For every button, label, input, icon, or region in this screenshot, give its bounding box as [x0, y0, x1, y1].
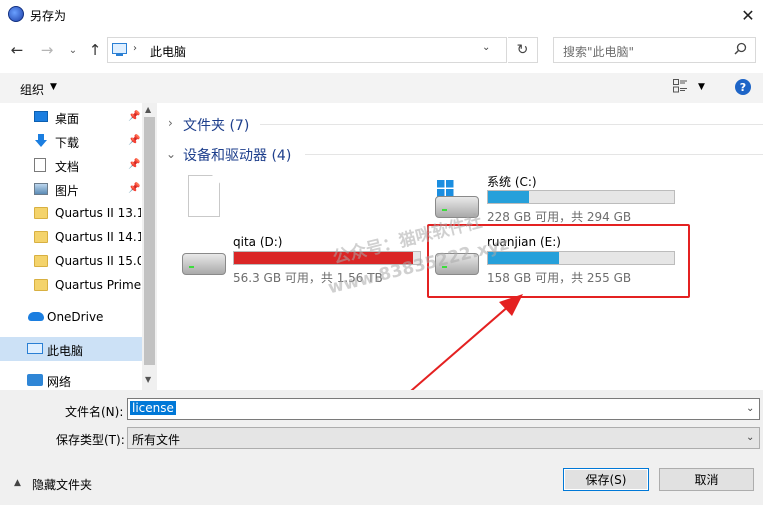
- drive-c-name[interactable]: 系统 (C:): [487, 173, 537, 190]
- folder-icon: [34, 231, 48, 243]
- chevron-down-icon[interactable]: ⌄: [746, 432, 754, 443]
- title-bar: 另存为 ✕: [0, 0, 763, 30]
- save-options-panel: 文件名(N): license ⌄ 保存类型(T): 所有文件 ⌄ ▲ 隐藏文件…: [0, 390, 763, 505]
- cloud-icon: [28, 312, 44, 321]
- filetype-value: 所有文件: [132, 433, 181, 447]
- group-divider: [305, 154, 763, 155]
- sidebar-item-label: 网络: [47, 375, 72, 389]
- download-icon: [34, 134, 48, 148]
- filename-input[interactable]: license ⌄: [127, 398, 760, 420]
- sidebar-scrollbar-thumb[interactable]: [144, 117, 155, 365]
- caret-up-icon[interactable]: ▲: [14, 478, 21, 488]
- pin-icon[interactable]: 📌: [128, 159, 140, 170]
- search-icon[interactable]: [734, 42, 747, 59]
- cancel-button[interactable]: 取消: [659, 468, 754, 491]
- sidebar-item-network[interactable]: 网络: [0, 368, 142, 392]
- drive-c-usage-bar: [487, 190, 675, 204]
- sidebar-item-desktop[interactable]: 桌面 📌: [0, 105, 142, 129]
- pin-icon[interactable]: 📌: [128, 183, 140, 194]
- desktop-icon: [34, 111, 48, 122]
- sidebar-item-label: 此电脑: [47, 344, 84, 358]
- chevron-down-icon[interactable]: ⌄: [482, 42, 490, 53]
- chevron-right-icon[interactable]: ›: [168, 116, 173, 130]
- caret-down-icon[interactable]: ▼: [50, 82, 57, 92]
- view-options-icon[interactable]: [673, 79, 687, 93]
- back-button[interactable]: ←: [6, 39, 28, 61]
- sidebar-item-label: Quartus II 15.0: [55, 254, 141, 268]
- filetype-select[interactable]: 所有文件 ⌄: [127, 427, 760, 449]
- toolbar: 组织 ▼ ▼ ?: [0, 73, 763, 103]
- network-icon: [27, 374, 43, 386]
- sidebar-item-label: Quartus Prime: [55, 278, 141, 292]
- sidebar-item-quartus-15[interactable]: Quartus II 15.0: [0, 249, 142, 273]
- chevron-down-icon[interactable]: ⌄: [746, 403, 754, 414]
- folder-icon: [34, 207, 48, 219]
- windows-logo-icon: [437, 180, 454, 197]
- breadcrumb-this-pc[interactable]: 此电脑: [150, 43, 186, 60]
- scroll-down-icon[interactable]: ▼: [145, 375, 151, 384]
- scroll-up-icon[interactable]: ▲: [145, 105, 151, 114]
- folder-icon: [34, 279, 48, 291]
- pin-icon[interactable]: 📌: [128, 111, 140, 122]
- filename-value[interactable]: license: [130, 401, 176, 415]
- sidebar-item-documents[interactable]: 文档 📌: [0, 153, 142, 177]
- help-icon[interactable]: ?: [735, 79, 751, 95]
- computer-icon: [27, 343, 43, 354]
- organize-menu[interactable]: 组织: [20, 81, 44, 98]
- sidebar-item-quartus-13[interactable]: Quartus II 13.1: [0, 201, 142, 225]
- sidebar-item-label: Quartus II 14.1: [55, 230, 141, 244]
- caret-down-icon[interactable]: ▼: [698, 82, 705, 92]
- breadcrumb-chevron-icon[interactable]: ›: [133, 43, 137, 54]
- close-icon: ✕: [741, 5, 755, 25]
- chevron-down-icon[interactable]: ⌄: [166, 147, 176, 161]
- filename-label: 文件名(N):: [65, 405, 124, 419]
- save-button[interactable]: 保存(S): [563, 468, 649, 491]
- forward-button[interactable]: →: [36, 39, 58, 61]
- group-header-folders[interactable]: 文件夹 (7): [183, 115, 249, 135]
- drive-d-name[interactable]: qita (D:): [233, 235, 282, 249]
- sidebar-item-onedrive[interactable]: OneDrive: [0, 305, 142, 329]
- drive-c-usage-fill: [488, 191, 529, 203]
- drive-d[interactable]: [182, 253, 226, 277]
- picture-icon: [34, 183, 48, 195]
- close-button[interactable]: ✕: [733, 0, 763, 30]
- document-icon: [34, 158, 46, 172]
- group-divider: [260, 124, 763, 125]
- sidebar-item-label: Quartus II 13.1: [55, 206, 141, 220]
- app-icon: [8, 6, 24, 22]
- sidebar-item-quartus-14[interactable]: Quartus II 14.1: [0, 225, 142, 249]
- sidebar-item-this-pc[interactable]: 此电脑: [0, 337, 142, 361]
- search-placeholder: 搜索"此电脑": [563, 45, 635, 59]
- hide-folders-toggle[interactable]: 隐藏文件夹: [32, 476, 92, 493]
- computer-icon: [112, 43, 127, 56]
- window-title: 另存为: [30, 9, 67, 23]
- pin-icon[interactable]: 📌: [128, 135, 140, 146]
- drive-c-info: 228 GB 可用，共 294 GB: [487, 210, 632, 224]
- sidebar-item-downloads[interactable]: 下载 📌: [0, 129, 142, 153]
- navigation-pane: 桌面 📌 下载 📌 文档 📌 图片 📌 Quartus II 13.1 Quar…: [0, 103, 157, 390]
- refresh-button[interactable]: ↻: [508, 37, 538, 63]
- filetype-label: 保存类型(T):: [56, 433, 125, 447]
- folder-icon: [34, 255, 48, 267]
- search-input[interactable]: 搜索"此电脑": [553, 37, 756, 63]
- sidebar-item-label: OneDrive: [47, 310, 104, 324]
- sidebar-item-quartus-prime[interactable]: Quartus Prime: [0, 273, 142, 297]
- hard-drive-icon: [182, 253, 226, 275]
- address-bar[interactable]: › 此电脑 ⌄: [107, 37, 507, 63]
- recent-locations-button[interactable]: ⌄: [62, 39, 84, 61]
- group-header-devices[interactable]: 设备和驱动器 (4): [183, 145, 291, 165]
- blank-file-icon[interactable]: [188, 175, 220, 217]
- sidebar-item-pictures[interactable]: 图片 📌: [0, 177, 142, 201]
- up-button[interactable]: ↑: [84, 39, 106, 61]
